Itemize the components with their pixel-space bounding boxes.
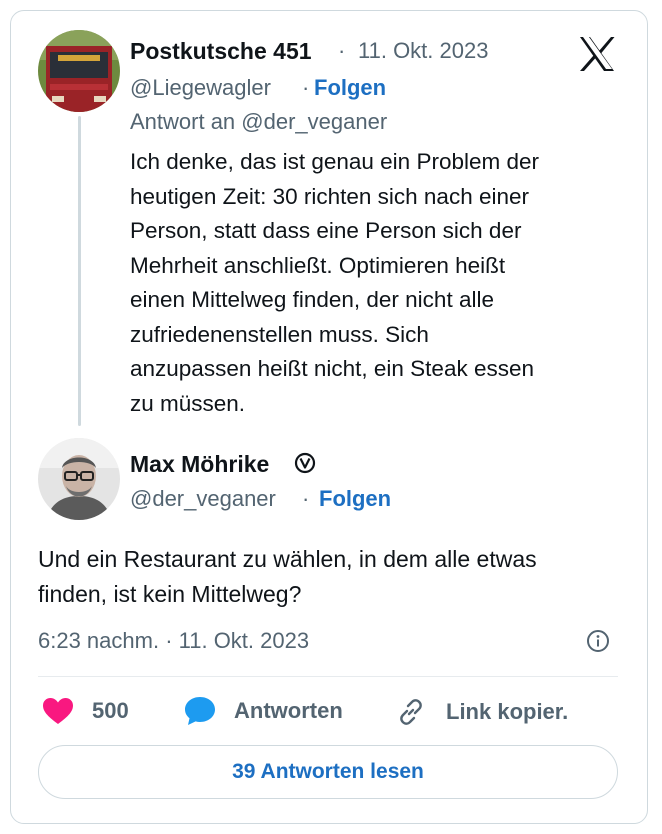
- vegan-badge-icon: [294, 452, 316, 474]
- reply-label: Antworten: [234, 698, 343, 723]
- speech-bubble-icon: [184, 696, 216, 726]
- main-follow-link[interactable]: Folgen: [319, 486, 391, 512]
- heart-icon: [42, 697, 74, 725]
- like-count: 500: [92, 698, 129, 723]
- reply-button[interactable]: Antworten: [184, 696, 343, 726]
- avatar-max-moehrike[interactable]: [38, 438, 120, 520]
- main-handle-separator: ·: [302, 486, 310, 511]
- main-author-name[interactable]: Max Möhrike: [130, 451, 269, 478]
- author-name[interactable]: Postkutsche 451: [130, 38, 312, 65]
- link-icon: [396, 697, 426, 727]
- thread-line: [78, 116, 81, 426]
- follow-link[interactable]: Folgen: [314, 75, 386, 101]
- read-replies-button[interactable]: 39 Antworten lesen: [38, 745, 618, 799]
- copy-link-button[interactable]: Link kopier.: [396, 697, 568, 727]
- avatar-postkutsche[interactable]: [38, 30, 120, 112]
- author-handle[interactable]: @Liegewagler: [130, 75, 271, 101]
- date-separator: ·: [338, 38, 346, 63]
- like-button[interactable]: 500: [42, 697, 129, 725]
- divider: [38, 676, 618, 677]
- reply-to-label[interactable]: Antwort an @der_veganer: [130, 109, 387, 135]
- x-logo-icon[interactable]: [578, 36, 616, 72]
- tweet-date[interactable]: 11. Okt. 2023: [358, 38, 488, 64]
- handle-separator: ·: [302, 75, 310, 100]
- main-tweet-text: Und ein Restaurant zu wählen, in dem all…: [38, 546, 537, 607]
- info-icon[interactable]: [586, 629, 610, 653]
- reply-tweet-text: Ich denke, das ist genau ein Problem der…: [130, 149, 539, 416]
- copy-link-label: Link kopier.: [446, 699, 569, 724]
- main-author-handle[interactable]: @der_veganer: [130, 486, 276, 512]
- tweet-timestamp[interactable]: 6:23 nachm. · 11. Okt. 2023: [38, 628, 309, 654]
